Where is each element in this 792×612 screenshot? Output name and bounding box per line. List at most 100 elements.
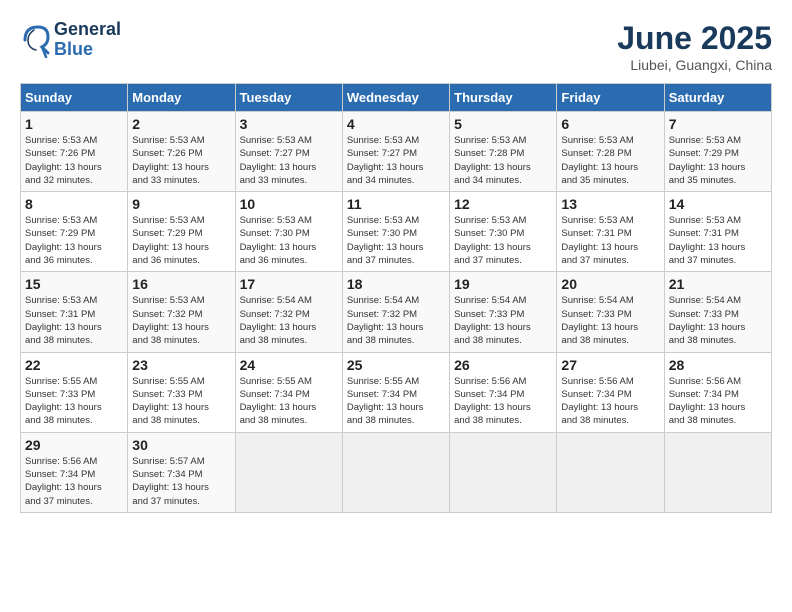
day-info: Sunrise: 5:53 AM Sunset: 7:29 PM Dayligh…: [25, 214, 123, 267]
calendar-cell: [342, 432, 449, 512]
calendar-cell: 6 Sunrise: 5:53 AM Sunset: 7:28 PM Daylig…: [557, 112, 664, 192]
day-number: 11: [347, 196, 445, 212]
calendar-cell: [235, 432, 342, 512]
day-info: Sunrise: 5:54 AM Sunset: 7:32 PM Dayligh…: [347, 294, 445, 347]
calendar-cell: 13Sunrise: 5:53 AM Sunset: 7:31 PM Dayli…: [557, 192, 664, 272]
day-info: Sunrise: 5:53 AM Sunset: 7:30 PM Dayligh…: [347, 214, 445, 267]
day-info: Sunrise: 5:56 AM Sunset: 7:34 PM Dayligh…: [669, 375, 767, 428]
calendar-row: 15Sunrise: 5:53 AM Sunset: 7:31 PM Dayli…: [21, 272, 772, 352]
col-saturday: Saturday: [664, 84, 771, 112]
page-header: General Blue June 2025 Liubei, Guangxi, …: [20, 20, 772, 73]
calendar-cell: 18 Sunrise: 5:54 AM Sunset: 7:32 PM Dayli…: [342, 272, 449, 352]
calendar-cell: 5 Sunrise: 5:53 AM Sunset: 7:28 PM Daylig…: [450, 112, 557, 192]
calendar-cell: 26 Sunrise: 5:56 AM Sunset: 7:34 PM Dayli…: [450, 352, 557, 432]
calendar-cell: 29 Sunrise: 5:56 AM Sunset: 7:34 PM Dayli…: [21, 432, 128, 512]
col-sunday: Sunday: [21, 84, 128, 112]
calendar-cell: 14 Sunrise: 5:53 AM Sunset: 7:31 PM Dayli…: [664, 192, 771, 272]
calendar-cell: 12 Sunrise: 5:53 AM Sunset: 7:30 PM Dayli…: [450, 192, 557, 272]
day-number: 5: [454, 116, 552, 132]
calendar-cell: 24Sunrise: 5:55 AM Sunset: 7:34 PM Dayli…: [235, 352, 342, 432]
calendar-table: Sunday Monday Tuesday Wednesday Thursday…: [20, 83, 772, 513]
logo-icon: [20, 22, 50, 58]
calendar-cell: [557, 432, 664, 512]
day-number: 29: [25, 437, 123, 453]
day-number: 4: [347, 116, 445, 132]
calendar-cell: 28 Sunrise: 5:56 AM Sunset: 7:34 PM Dayli…: [664, 352, 771, 432]
calendar-cell: 10Sunrise: 5:53 AM Sunset: 7:30 PM Dayli…: [235, 192, 342, 272]
calendar-cell: 27 Sunrise: 5:56 AM Sunset: 7:34 PM Dayli…: [557, 352, 664, 432]
day-info: Sunrise: 5:53 AM Sunset: 7:31 PM Dayligh…: [25, 294, 123, 347]
col-monday: Monday: [128, 84, 235, 112]
day-info: Sunrise: 5:53 AM Sunset: 7:26 PM Dayligh…: [132, 134, 230, 187]
day-info: Sunrise: 5:55 AM Sunset: 7:34 PM Dayligh…: [347, 375, 445, 428]
col-wednesday: Wednesday: [342, 84, 449, 112]
day-info: Sunrise: 5:56 AM Sunset: 7:34 PM Dayligh…: [25, 455, 123, 508]
day-number: 16: [132, 276, 230, 292]
day-number: 25: [347, 357, 445, 373]
title-area: June 2025 Liubei, Guangxi, China: [617, 20, 772, 73]
day-number: 30: [132, 437, 230, 453]
day-info: Sunrise: 5:54 AM Sunset: 7:33 PM Dayligh…: [561, 294, 659, 347]
header-row: Sunday Monday Tuesday Wednesday Thursday…: [21, 84, 772, 112]
calendar-cell: 22 Sunrise: 5:55 AM Sunset: 7:33 PM Dayli…: [21, 352, 128, 432]
calendar-cell: 20Sunrise: 5:54 AM Sunset: 7:33 PM Dayli…: [557, 272, 664, 352]
day-number: 14: [669, 196, 767, 212]
col-friday: Friday: [557, 84, 664, 112]
calendar-row: 8 Sunrise: 5:53 AM Sunset: 7:29 PM Daylig…: [21, 192, 772, 272]
calendar-cell: 19Sunrise: 5:54 AM Sunset: 7:33 PM Dayli…: [450, 272, 557, 352]
calendar-cell: 7Sunrise: 5:53 AM Sunset: 7:29 PM Daylig…: [664, 112, 771, 192]
calendar-row: 1 Sunrise: 5:53 AM Sunset: 7:26 PM Daylig…: [21, 112, 772, 192]
day-info: Sunrise: 5:55 AM Sunset: 7:33 PM Dayligh…: [25, 375, 123, 428]
logo-line1: General: [54, 20, 121, 40]
logo: General Blue: [20, 20, 121, 60]
calendar-cell: 17Sunrise: 5:54 AM Sunset: 7:32 PM Dayli…: [235, 272, 342, 352]
day-info: Sunrise: 5:54 AM Sunset: 7:32 PM Dayligh…: [240, 294, 338, 347]
day-info: Sunrise: 5:53 AM Sunset: 7:27 PM Dayligh…: [347, 134, 445, 187]
day-info: Sunrise: 5:57 AM Sunset: 7:34 PM Dayligh…: [132, 455, 230, 508]
day-number: 27: [561, 357, 659, 373]
calendar-cell: 15Sunrise: 5:53 AM Sunset: 7:31 PM Dayli…: [21, 272, 128, 352]
calendar-cell: 11 Sunrise: 5:53 AM Sunset: 7:30 PM Dayli…: [342, 192, 449, 272]
calendar-row: 29 Sunrise: 5:56 AM Sunset: 7:34 PM Dayli…: [21, 432, 772, 512]
calendar-cell: 1 Sunrise: 5:53 AM Sunset: 7:26 PM Daylig…: [21, 112, 128, 192]
day-number: 19: [454, 276, 552, 292]
day-number: 12: [454, 196, 552, 212]
location: Liubei, Guangxi, China: [617, 57, 772, 73]
day-number: 23: [132, 357, 230, 373]
calendar-cell: 8 Sunrise: 5:53 AM Sunset: 7:29 PM Daylig…: [21, 192, 128, 272]
day-number: 24: [240, 357, 338, 373]
day-info: Sunrise: 5:53 AM Sunset: 7:31 PM Dayligh…: [561, 214, 659, 267]
day-number: 6: [561, 116, 659, 132]
calendar-row: 22 Sunrise: 5:55 AM Sunset: 7:33 PM Dayli…: [21, 352, 772, 432]
day-info: Sunrise: 5:55 AM Sunset: 7:33 PM Dayligh…: [132, 375, 230, 428]
calendar-cell: 16 Sunrise: 5:53 AM Sunset: 7:32 PM Dayli…: [128, 272, 235, 352]
day-info: Sunrise: 5:53 AM Sunset: 7:28 PM Dayligh…: [454, 134, 552, 187]
calendar-cell: 3 Sunrise: 5:53 AM Sunset: 7:27 PM Daylig…: [235, 112, 342, 192]
day-info: Sunrise: 5:53 AM Sunset: 7:31 PM Dayligh…: [669, 214, 767, 267]
day-number: 22: [25, 357, 123, 373]
calendar-cell: [664, 432, 771, 512]
calendar-cell: 25 Sunrise: 5:55 AM Sunset: 7:34 PM Dayli…: [342, 352, 449, 432]
day-info: Sunrise: 5:53 AM Sunset: 7:28 PM Dayligh…: [561, 134, 659, 187]
day-number: 3: [240, 116, 338, 132]
col-tuesday: Tuesday: [235, 84, 342, 112]
day-number: 8: [25, 196, 123, 212]
calendar-cell: 23 Sunrise: 5:55 AM Sunset: 7:33 PM Dayli…: [128, 352, 235, 432]
calendar-cell: 9 Sunrise: 5:53 AM Sunset: 7:29 PM Daylig…: [128, 192, 235, 272]
day-info: Sunrise: 5:56 AM Sunset: 7:34 PM Dayligh…: [454, 375, 552, 428]
day-info: Sunrise: 5:53 AM Sunset: 7:32 PM Dayligh…: [132, 294, 230, 347]
day-number: 28: [669, 357, 767, 373]
day-number: 18: [347, 276, 445, 292]
day-info: Sunrise: 5:53 AM Sunset: 7:29 PM Dayligh…: [132, 214, 230, 267]
day-number: 1: [25, 116, 123, 132]
day-number: 26: [454, 357, 552, 373]
day-info: Sunrise: 5:53 AM Sunset: 7:27 PM Dayligh…: [240, 134, 338, 187]
day-info: Sunrise: 5:56 AM Sunset: 7:34 PM Dayligh…: [561, 375, 659, 428]
day-number: 21: [669, 276, 767, 292]
day-number: 7: [669, 116, 767, 132]
day-info: Sunrise: 5:53 AM Sunset: 7:26 PM Dayligh…: [25, 134, 123, 187]
day-info: Sunrise: 5:53 AM Sunset: 7:30 PM Dayligh…: [454, 214, 552, 267]
day-number: 9: [132, 196, 230, 212]
calendar-cell: 2Sunrise: 5:53 AM Sunset: 7:26 PM Daylig…: [128, 112, 235, 192]
logo-line2: Blue: [54, 40, 121, 60]
